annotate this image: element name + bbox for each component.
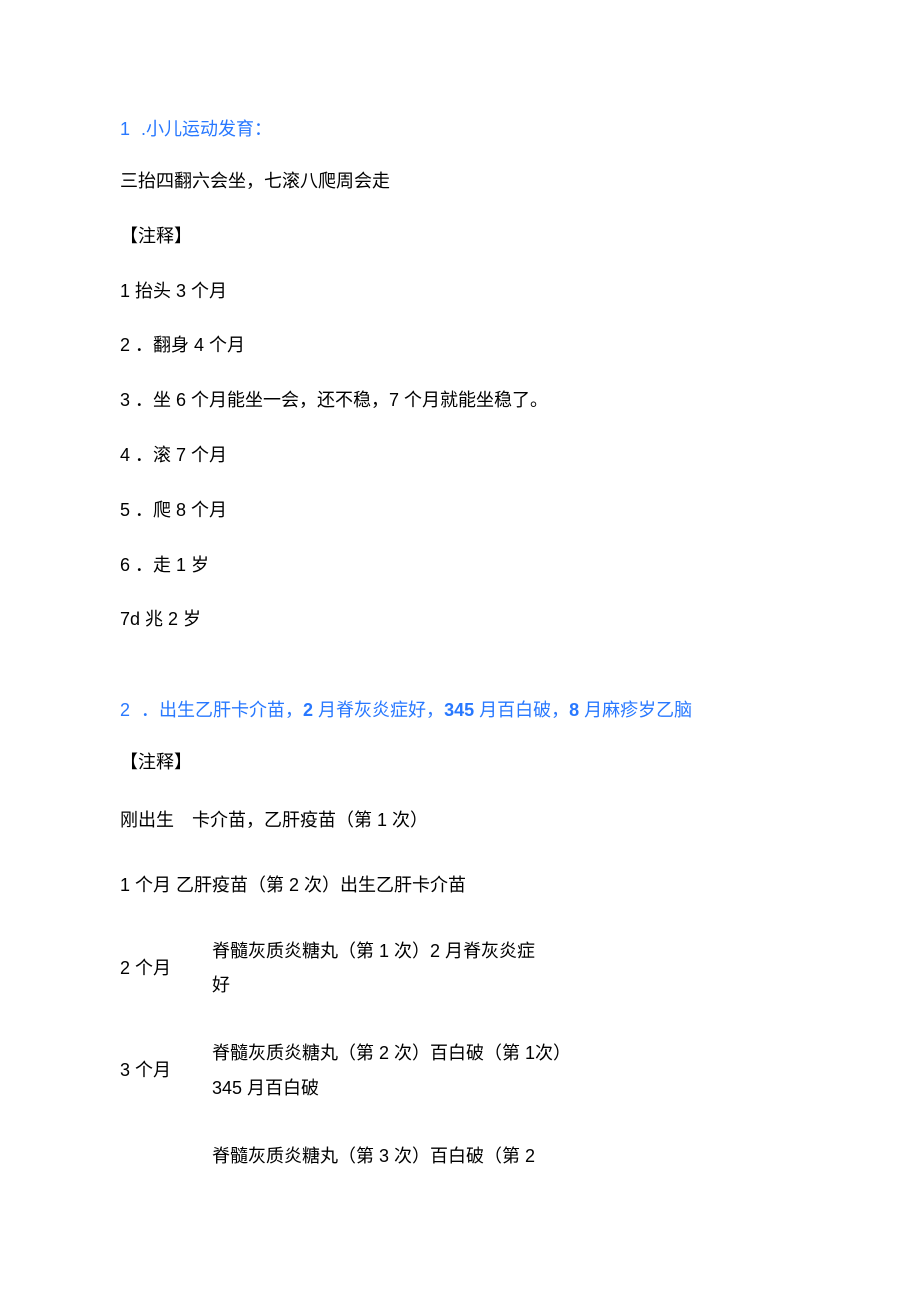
- section-gap: [120, 660, 800, 696]
- vaccine-row-1month: 1 个月 乙肝疫苗（第 2 次）出生乙肝卡介苗: [120, 871, 800, 900]
- section2-bold-d: 345: [444, 700, 474, 720]
- section1-item-1: 1 抬头 3 个月: [120, 277, 800, 306]
- page: 1 .小儿运动发育： 三抬四翻六会坐，七滚八爬周会走 【注释】 1 抬头 3 个…: [0, 0, 920, 1233]
- section1-heading: 1 .小儿运动发育：: [120, 115, 800, 141]
- vaccine-content-3month: 脊髓灰质炎糖丸（第 2 次）百白破（第 1次）345 月百白破: [212, 1036, 572, 1104]
- section2-bold-b: 2: [303, 700, 313, 720]
- section2-title-c: 月脊灰炎症好，: [313, 700, 444, 720]
- section2-title-g: 月麻疹岁乙脑: [579, 700, 692, 720]
- section1-item-4: 4 ．滚 7 个月: [120, 441, 800, 470]
- section1-item-3: 3 ．坐 6 个月能坐一会，还不稳，7 个月就能坐稳了。: [120, 386, 800, 415]
- vaccine-age-3month: 3 个月: [120, 1053, 192, 1087]
- vaccine-content-birth: 卡介苗，乙肝疫苗（第 1 次）: [192, 803, 428, 837]
- section1-item-6: 6 ．走 1 岁: [120, 551, 800, 580]
- section2-title-a: ．出生乙肝卡介苗，: [141, 700, 303, 720]
- section2-bold-f: 8: [569, 700, 579, 720]
- vaccine-row-tail: 脊髓灰质炎糖丸（第 3 次）百白破（第 2: [120, 1139, 800, 1173]
- vaccine-row-3month: 3 个月 脊髓灰质炎糖丸（第 2 次）百白破（第 1次）345 月百白破: [120, 1036, 800, 1104]
- vaccine-content-tail: 脊髓灰质炎糖丸（第 3 次）百白破（第 2: [212, 1139, 535, 1173]
- section1-title: .小儿运动发育：: [141, 119, 272, 139]
- vaccine-age-2month: 2 个月: [120, 951, 192, 985]
- section2-heading: 2 ．出生乙肝卡介苗，2 月脊灰炎症好，345 月百白破，8 月麻疹岁乙脑: [120, 696, 800, 722]
- vaccine-content-2month: 脊髓灰质炎糖丸（第 1 次）2 月脊灰炎症好: [212, 934, 552, 1002]
- section1-note-label: 【注释】: [120, 222, 800, 251]
- section1-number: 1: [120, 119, 130, 139]
- section2-number: 2: [120, 700, 130, 720]
- section2-title-e: 月百白破，: [474, 700, 569, 720]
- vaccine-row-birth: 刚出生 卡介苗，乙肝疫苗（第 1 次）: [120, 803, 800, 837]
- section1-item-7: 7d 兆 2 岁: [120, 605, 800, 634]
- vaccine-age-birth: 刚出生: [120, 803, 192, 837]
- section1-item-5: 5 ．爬 8 个月: [120, 496, 800, 525]
- vaccine-row-2month: 2 个月 脊髓灰质炎糖丸（第 1 次）2 月脊灰炎症好: [120, 934, 800, 1002]
- section2-note-label: 【注释】: [120, 748, 800, 777]
- section1-mnemonic: 三抬四翻六会坐，七滚八爬周会走: [120, 167, 800, 196]
- section1-item-2: 2 ．翻身 4 个月: [120, 331, 800, 360]
